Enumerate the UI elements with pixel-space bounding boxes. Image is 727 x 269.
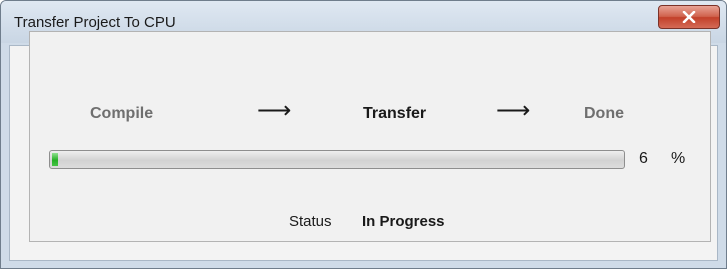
step-transfer: Transfer (363, 105, 427, 122)
progress-percent-unit: % (671, 150, 686, 167)
progress-percent-value: 6 (639, 150, 648, 167)
progress-bar-fill (52, 153, 58, 166)
progress-group (29, 31, 711, 242)
close-x-icon (682, 11, 696, 23)
window-title: Transfer Project To CPU (14, 14, 176, 31)
step-arrow-icon: ⟶ (257, 97, 292, 124)
status-value: In Progress (362, 213, 445, 230)
progress-bar (49, 150, 625, 169)
step-compile: Compile (90, 105, 154, 122)
close-button[interactable] (658, 5, 720, 29)
step-arrow-icon: ⟶ (496, 97, 531, 124)
step-done: Done (584, 105, 624, 122)
transfer-dialog: Transfer Project To CPU Compile ⟶ Transf… (0, 0, 727, 269)
status-label: Status (289, 213, 332, 230)
